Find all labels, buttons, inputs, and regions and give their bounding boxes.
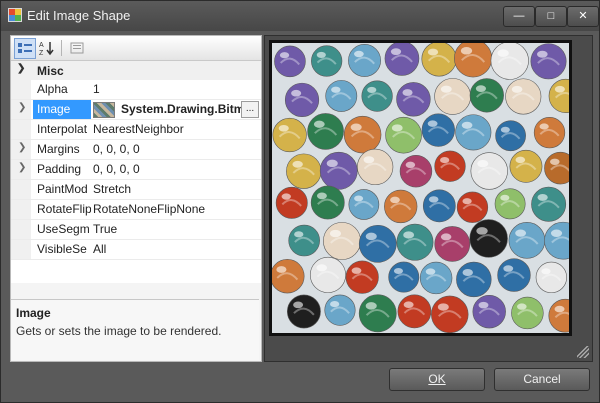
property-row-visiblesegments[interactable]: VisibleSe All — [11, 240, 261, 260]
image-preview-panel — [264, 35, 593, 362]
ok-label: OK — [428, 372, 446, 386]
property-row-usesegments[interactable]: UseSegm True — [11, 220, 261, 240]
property-row-padding[interactable]: ❯ Padding 0, 0, 0, 0 — [11, 160, 261, 180]
property-value[interactable]: 0, 0, 0, 0 — [91, 140, 261, 159]
property-value[interactable]: All — [91, 240, 261, 259]
maximize-button[interactable]: □ — [535, 6, 567, 27]
property-name: VisibleSe — [37, 242, 87, 256]
row-gutter — [11, 240, 31, 259]
property-pages-button[interactable] — [67, 38, 87, 57]
app-icon — [8, 8, 22, 22]
marbles-image — [272, 43, 569, 333]
cancel-button[interactable]: Cancel — [494, 368, 590, 391]
row-gutter — [11, 120, 31, 139]
property-name: Margins — [37, 142, 80, 156]
property-name: Alpha — [37, 82, 68, 96]
category-label: Misc — [37, 64, 64, 78]
preview-frame — [269, 40, 572, 336]
ok-button[interactable]: OK — [389, 368, 485, 391]
property-row-rotateflip[interactable]: RotateFlip RotateNoneFlipNone — [11, 200, 261, 220]
collapse-chevron-icon[interactable]: ❯ — [17, 63, 25, 74]
expand-arrow-icon[interactable]: ❯ — [18, 142, 26, 153]
alphabetical-view-button[interactable]: A Z — [37, 38, 57, 57]
property-value[interactable]: 0, 0, 0, 0 — [91, 160, 261, 179]
property-name: PaintMod — [37, 182, 88, 196]
property-value[interactable]: True — [91, 220, 261, 239]
svg-text:A: A — [39, 42, 44, 49]
row-gutter — [11, 80, 31, 99]
toolbar-separator — [61, 40, 62, 56]
row-gutter — [11, 220, 31, 239]
property-value[interactable]: 1 — [91, 80, 261, 99]
row-gutter: ❯ — [11, 160, 31, 179]
close-button[interactable]: ✕ — [567, 6, 599, 27]
title-bar[interactable]: Edit Image Shape — □ ✕ — [1, 1, 599, 31]
categorized-icon — [18, 42, 32, 53]
property-name: Image — [33, 100, 91, 119]
help-title: Image — [16, 306, 51, 320]
property-row-interpolation[interactable]: Interpolat NearestNeighbor — [11, 120, 261, 140]
row-gutter: ❯ — [11, 100, 31, 119]
help-panel: Image Gets or sets the image to be rende… — [11, 299, 259, 360]
image-thumbnail — [93, 101, 115, 118]
property-row-alpha[interactable]: Alpha 1 — [11, 80, 261, 100]
property-toolbar: A Z — [11, 36, 261, 61]
property-panel: A Z ❯ Misc Alpha 1 ❯ Image System.Drawin… — [10, 35, 262, 362]
property-row-image[interactable]: ❯ Image System.Drawing.Bitma ... — [11, 100, 261, 120]
property-value[interactable]: NearestNeighbor — [91, 120, 261, 139]
row-gutter — [11, 200, 31, 219]
property-row-margins[interactable]: ❯ Margins 0, 0, 0, 0 — [11, 140, 261, 160]
property-grid[interactable]: ❯ Misc Alpha 1 ❯ Image System.Drawing.Bi… — [11, 61, 261, 283]
browse-image-button[interactable]: ... — [241, 101, 259, 118]
window-title: Edit Image Shape — [27, 8, 131, 23]
property-name: RotateFlip — [37, 202, 91, 216]
svg-text:Z: Z — [39, 50, 44, 56]
property-value-image[interactable]: System.Drawing.Bitma ... — [91, 100, 261, 119]
row-gutter — [11, 180, 31, 199]
property-value[interactable]: RotateNoneFlipNone — [91, 200, 261, 219]
property-value[interactable]: Stretch — [91, 180, 261, 199]
expand-arrow-icon[interactable]: ❯ — [18, 102, 26, 113]
property-pages-icon — [70, 42, 84, 53]
property-name: Padding — [37, 162, 82, 176]
category-misc[interactable]: ❯ Misc — [11, 61, 261, 80]
resize-grip[interactable] — [577, 346, 589, 358]
dialog-window: Edit Image Shape — □ ✕ A Z ❯ Misc Alpha … — [0, 0, 600, 403]
expand-arrow-icon[interactable]: ❯ — [18, 162, 26, 173]
sort-alphabetical-icon: A Z — [39, 41, 54, 56]
cancel-label: Cancel — [523, 372, 561, 386]
row-gutter: ❯ — [11, 140, 31, 159]
minimize-button[interactable]: — — [503, 6, 535, 27]
property-name: Interpolat — [37, 122, 88, 136]
image-value-text: System.Drawing.Bitma — [121, 102, 252, 116]
help-description: Gets or sets the image to be rendered. — [16, 324, 222, 338]
minimize-icon: — — [513, 10, 525, 22]
categorized-view-button[interactable] — [14, 38, 36, 59]
property-row-paintmode[interactable]: PaintMod Stretch — [11, 180, 261, 200]
property-name: UseSegm — [37, 222, 90, 236]
close-icon: ✕ — [578, 10, 588, 22]
maximize-icon: □ — [547, 10, 555, 22]
